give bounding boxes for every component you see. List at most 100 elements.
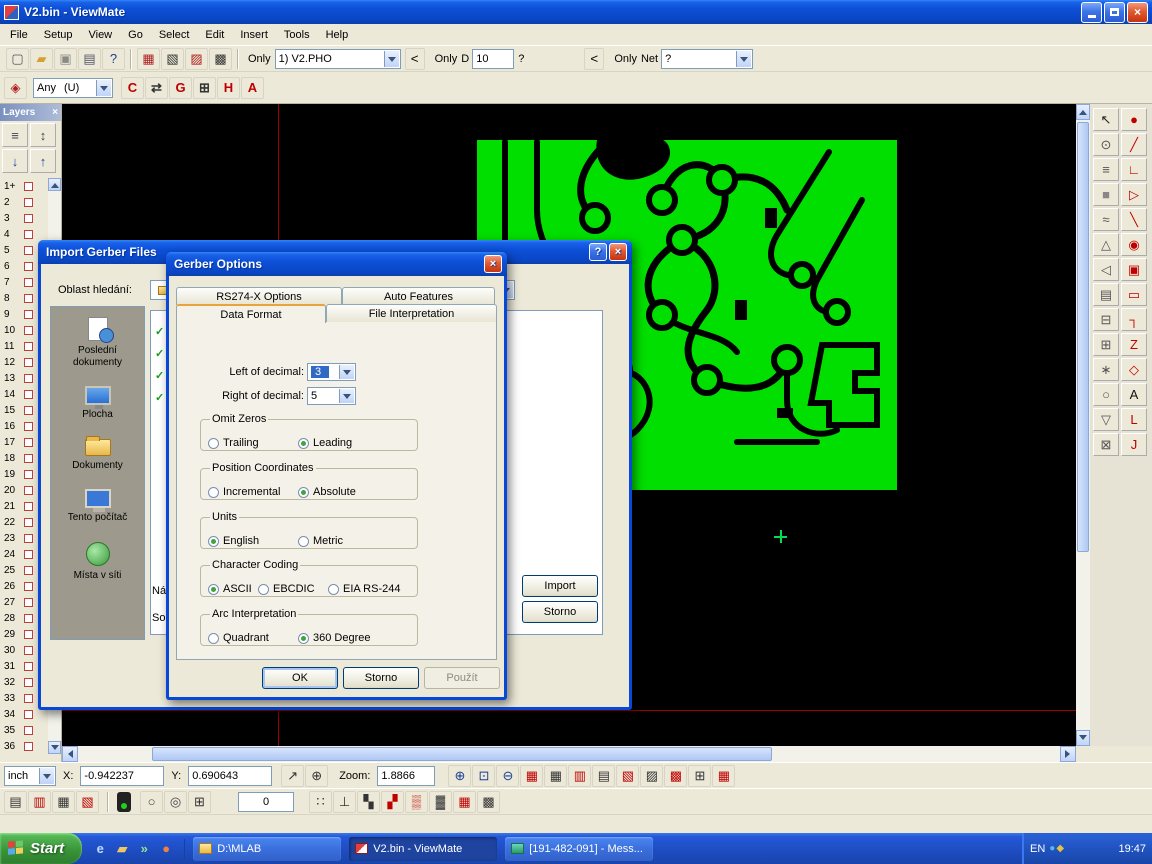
close-button[interactable]: ×: [1127, 2, 1148, 23]
gerber-close-button[interactable]: ×: [484, 255, 502, 273]
layer-visibility-checkbox[interactable]: [24, 342, 33, 351]
rect-outline-icon[interactable]: ▭: [1121, 283, 1147, 306]
report-b-icon[interactable]: ▥: [28, 791, 51, 813]
place-my-computer[interactable]: Tento počítač: [53, 489, 143, 524]
layer-visibility-checkbox[interactable]: [24, 630, 33, 639]
place-desktop[interactable]: Plocha: [53, 386, 143, 421]
scroll-up-icon[interactable]: [1076, 104, 1090, 120]
backslash-trace-icon[interactable]: ╲: [1121, 208, 1147, 231]
circle-tool-icon[interactable]: ○: [1093, 383, 1119, 406]
layer-visibility-checkbox[interactable]: [24, 614, 33, 623]
dense-dots-icon[interactable]: ▓: [429, 791, 452, 813]
prev-dcode-button[interactable]: <: [584, 48, 604, 70]
list-tool-icon[interactable]: ≡: [1093, 158, 1119, 181]
drop-anchor-icon[interactable]: ⊥: [333, 791, 356, 813]
layer-visibility-checkbox[interactable]: [24, 454, 33, 463]
select-window-icon[interactable]: ▨: [185, 48, 208, 70]
chevron-down-icon[interactable]: [39, 768, 54, 784]
j-trace-icon[interactable]: J: [1121, 433, 1147, 456]
tab-data-format[interactable]: Data Format: [176, 304, 326, 323]
layer-visibility-checkbox[interactable]: [24, 470, 33, 479]
menu-item[interactable]: View: [80, 26, 120, 44]
only-net-toggle[interactable]: Only: [614, 53, 637, 65]
tray-update-icon[interactable]: ◆: [1056, 843, 1064, 854]
report-d-icon[interactable]: ▧: [76, 791, 99, 813]
hatch-cross-icon[interactable]: ▩: [664, 765, 687, 787]
star-tool-icon[interactable]: ∗: [1093, 358, 1119, 381]
scroll-up-icon[interactable]: [48, 178, 61, 191]
radio-incremental[interactable]: Incremental: [208, 486, 298, 498]
taskbar-button-viewmate[interactable]: V2.bin - ViewMate: [349, 837, 497, 861]
menu-item[interactable]: Edit: [197, 26, 232, 44]
radio-leading[interactable]: Leading: [298, 437, 352, 449]
import-cancel-button[interactable]: Storno: [522, 601, 598, 623]
select-grid-dark-icon[interactable]: ▧: [161, 48, 184, 70]
triangle-down-icon[interactable]: ▽: [1093, 408, 1119, 431]
layer-visibility-checkbox[interactable]: [24, 406, 33, 415]
scroll-right-icon[interactable]: [1060, 746, 1076, 762]
layer-visibility-checkbox[interactable]: [24, 662, 33, 671]
layer-visibility-checkbox[interactable]: [24, 582, 33, 591]
chevron-down-icon[interactable]: [96, 80, 111, 96]
zoom-in-icon[interactable]: ⊕: [448, 765, 471, 787]
radio-english[interactable]: English: [208, 535, 298, 547]
layer-visibility-checkbox[interactable]: [24, 214, 33, 223]
grid-toggle-icon[interactable]: ⊞: [188, 791, 211, 813]
grid-dark-icon[interactable]: ▦: [544, 765, 567, 787]
gerber-dialog-titlebar[interactable]: Gerber Options ×: [166, 252, 507, 276]
report-a-icon[interactable]: ▤: [4, 791, 27, 813]
layer-visibility-checkbox[interactable]: [24, 198, 33, 207]
hatch-h-icon[interactable]: ▥: [568, 765, 591, 787]
grid-red-icon[interactable]: ▦: [520, 765, 543, 787]
layer-visibility-checkbox[interactable]: [24, 726, 33, 735]
layer-visibility-checkbox[interactable]: [24, 646, 33, 655]
dot-matrix-icon[interactable]: ∷: [309, 791, 332, 813]
layer-visibility-checkbox[interactable]: [24, 390, 33, 399]
layer-visibility-checkbox[interactable]: [24, 326, 33, 335]
radio-quadrant[interactable]: Quadrant: [208, 632, 298, 644]
black-grid-icon[interactable]: ▩: [477, 791, 500, 813]
menu-item[interactable]: Go: [120, 26, 151, 44]
language-indicator[interactable]: EN: [1030, 843, 1045, 855]
menu-item[interactable]: Insert: [232, 26, 276, 44]
layer-visibility-checkbox[interactable]: [24, 438, 33, 447]
radio-ascii[interactable]: ASCII: [208, 583, 258, 595]
circle-aperture-icon[interactable]: ○: [140, 791, 163, 813]
diamond-tool-icon[interactable]: ◇: [1121, 358, 1147, 381]
scroll-left-icon[interactable]: [62, 746, 78, 762]
layers-close-icon[interactable]: ×: [52, 107, 58, 118]
browser-quicklaunch-icon[interactable]: ●: [156, 839, 176, 859]
chevron-down-icon[interactable]: [339, 365, 354, 379]
menu-item[interactable]: Setup: [36, 26, 81, 44]
a-tool-icon[interactable]: A: [241, 77, 264, 99]
place-recent-documents[interactable]: Poslední dokumenty: [53, 317, 143, 368]
scroll-down-icon[interactable]: [1076, 730, 1090, 746]
target-pad-icon[interactable]: ◉: [1121, 233, 1147, 256]
slant-lines-icon[interactable]: ≈: [1093, 208, 1119, 231]
ring-aperture-icon[interactable]: ◎: [164, 791, 187, 813]
pad-grid-icon[interactable]: ▦: [712, 765, 735, 787]
layer-visibility-checkbox[interactable]: [24, 742, 33, 751]
layer-visibility-checkbox[interactable]: [24, 486, 33, 495]
folder-quicklaunch-icon[interactable]: ▰: [112, 839, 132, 859]
minimize-button[interactable]: [1081, 2, 1102, 23]
move-layer-down-icon[interactable]: ↓: [2, 149, 28, 173]
left-of-decimal-combo[interactable]: 3: [307, 363, 356, 381]
layer-visibility-checkbox[interactable]: [24, 678, 33, 687]
horizontal-scroll-thumb[interactable]: [152, 747, 772, 761]
layer-visibility-checkbox[interactable]: [24, 230, 33, 239]
menu-item[interactable]: Tools: [276, 26, 318, 44]
tray-network-icon[interactable]: ●: [1049, 843, 1055, 854]
hatch-v-icon[interactable]: ▤: [592, 765, 615, 787]
layer-visibility-checkbox[interactable]: [24, 310, 33, 319]
measure-distance-icon[interactable]: ↗: [281, 765, 304, 787]
diag-pattern-icon[interactable]: ▚: [357, 791, 380, 813]
grid-tool-icon[interactable]: ⊞: [193, 77, 216, 99]
chevron-down-icon[interactable]: [339, 389, 354, 403]
place-network[interactable]: Místa v síti: [53, 542, 143, 582]
open-file-icon[interactable]: ▰: [30, 48, 53, 70]
zoom-window-icon[interactable]: ⊡: [472, 765, 495, 787]
ie-quicklaunch-icon[interactable]: e: [90, 839, 110, 859]
dcode-display-icon[interactable]: ◈: [4, 77, 27, 99]
right-of-decimal-combo[interactable]: 5: [307, 387, 356, 405]
